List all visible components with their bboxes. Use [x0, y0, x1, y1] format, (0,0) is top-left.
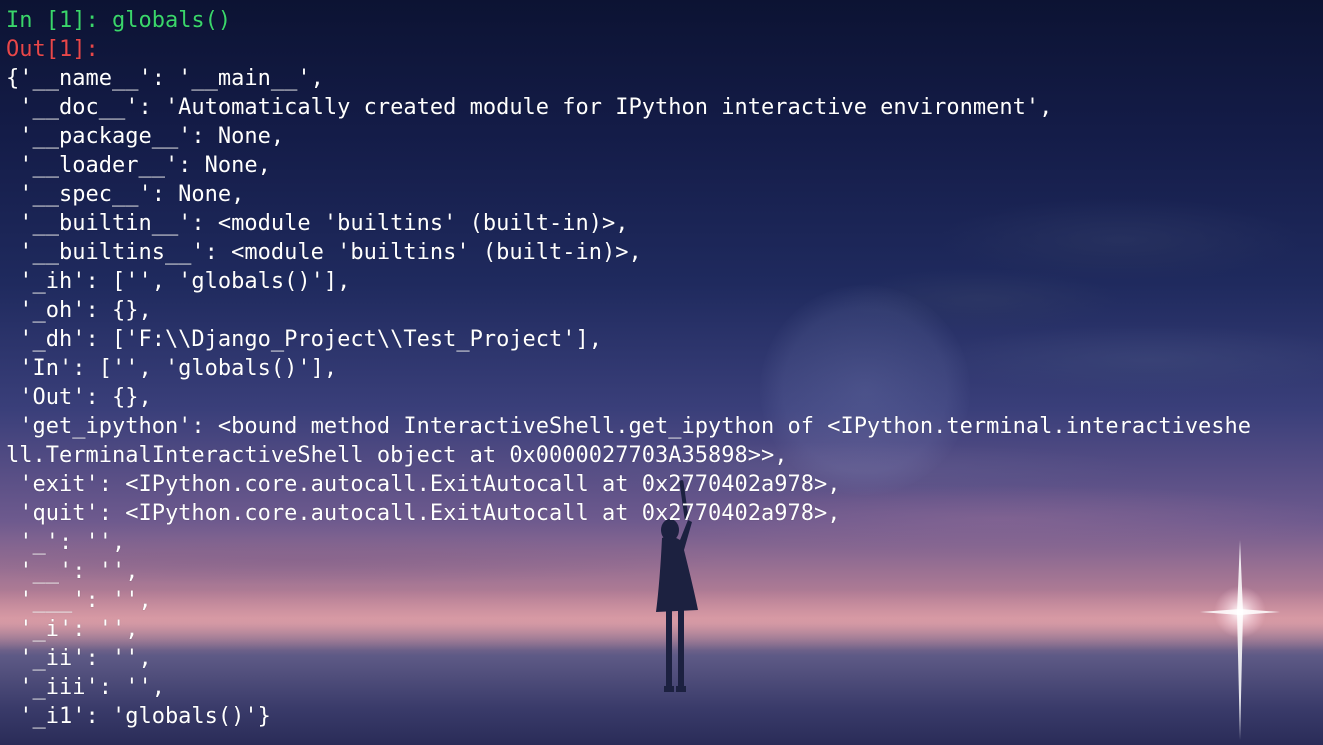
output-line: '__package__': None, [6, 124, 285, 149]
output-line: '_oh': {}, [6, 298, 152, 323]
output-line: '_i': '', [6, 617, 139, 642]
output-line: ll.TerminalInteractiveShell object at 0x… [6, 443, 788, 468]
output-line: '_iii': '', [6, 675, 165, 700]
output-line: '__loader__': None, [6, 153, 271, 178]
output-line: 'exit': <IPython.core.autocall.ExitAutoc… [6, 472, 841, 497]
output-line: {'__name__': '__main__', [6, 66, 324, 91]
output-line: '_dh': ['F:\\Django_Project\\Test_Projec… [6, 327, 603, 352]
terminal-window[interactable]: In [1]: globals() Out[1]: {'__name__': '__… [0, 0, 1323, 745]
output-line: '__doc__': 'Automatically created module… [6, 95, 1053, 120]
output-line: 'get_ipython': <bound method Interactive… [6, 414, 1252, 439]
output-line: '__builtins__': <module 'builtins' (buil… [6, 240, 642, 265]
output-line: '__builtin__': <module 'builtins' (built… [6, 211, 629, 236]
input-prompt: In [1]: [6, 8, 99, 33]
output-line: 'quit': <IPython.core.autocall.ExitAutoc… [6, 501, 841, 526]
output-line: '_': '', [6, 530, 126, 555]
output-line: '_ii': '', [6, 646, 152, 671]
output-line: 'In': ['', 'globals()'], [6, 356, 338, 381]
output-line: '_i1': 'globals()'} [6, 704, 271, 729]
input-line: In [1]: globals() [6, 6, 1251, 35]
input-command: globals() [98, 8, 232, 33]
output-line: '__': '', [6, 559, 139, 584]
output-line: 'Out': {}, [6, 385, 152, 410]
output-prompt: Out[1]: [6, 37, 99, 62]
output-line: '___': '', [6, 588, 152, 613]
terminal-output[interactable]: In [1]: globals() Out[1]: {'__name__': '__… [6, 6, 1251, 731]
output-line: '_ih': ['', 'globals()'], [6, 269, 351, 294]
output-prompt-line: Out[1]: [6, 35, 1251, 64]
output-line: '__spec__': None, [6, 182, 245, 207]
